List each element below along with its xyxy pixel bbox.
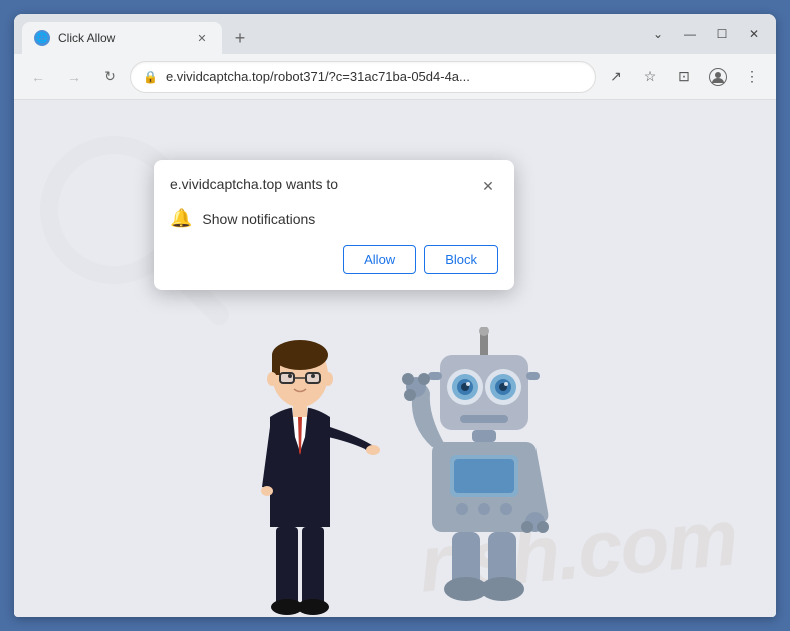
toolbar: ← → ↻ 🔒 e.vividcaptcha.top/robot371/?c=3… [14,54,776,100]
notification-label: Show notifications [202,211,315,227]
refresh-button[interactable]: ↻ [94,61,126,93]
popup-close-button[interactable]: ✕ [478,176,498,196]
address-bar[interactable]: 🔒 e.vividcaptcha.top/robot371/?c=31ac71b… [130,61,596,93]
title-bar: 🌐 Click Allow ✕ + ⌄ — ☐ ✕ [14,14,776,54]
popup-notification-row: 🔔 Show notifications [170,208,498,229]
tab-favicon: 🌐 [34,30,50,46]
tab-title: Click Allow [58,31,186,45]
block-button[interactable]: Block [424,245,498,274]
menu-button[interactable]: ⋮ [736,61,768,93]
popup-title: e.vividcaptcha.top wants to [170,176,338,192]
url-text: e.vividcaptcha.top/robot371/?c=31ac71ba-… [166,69,583,84]
browser-window: 🌐 Click Allow ✕ + ⌄ — ☐ ✕ ← → ↻ 🔒 e.vivi… [14,14,776,617]
maximize-button[interactable]: ☐ [708,20,736,48]
minimize-button[interactable]: — [676,20,704,48]
person-illustration [220,337,380,617]
notification-popup: e.vividcaptcha.top wants to ✕ 🔔 Show not… [154,160,514,290]
characters-area [220,327,570,617]
share-button[interactable]: ↗ [600,61,632,93]
bookmark-button[interactable]: ☆ [634,61,666,93]
toolbar-actions: ↗ ☆ ⊡ ⋮ [600,61,768,93]
back-button[interactable]: ← [22,61,54,93]
popup-buttons: Allow Block [170,245,498,274]
active-tab[interactable]: 🌐 Click Allow ✕ [22,22,222,54]
split-view-button[interactable]: ⊡ [668,61,700,93]
close-button[interactable]: ✕ [740,20,768,48]
robot-illustration [400,327,570,617]
tab-close-button[interactable]: ✕ [194,30,210,46]
forward-button[interactable]: → [58,61,90,93]
allow-button[interactable]: Allow [343,245,416,274]
new-tab-button[interactable]: + [226,24,254,52]
popup-header: e.vividcaptcha.top wants to ✕ [170,176,498,196]
window-controls: ⌄ — ☐ ✕ [644,20,768,48]
lock-icon: 🔒 [143,70,158,84]
profile-indicator: ⌄ [644,20,672,48]
tab-area: 🌐 Click Allow ✕ + [22,14,644,54]
profile-button[interactable] [702,61,734,93]
page-content: rish.com e.vividcaptcha.top wants to ✕ 🔔… [14,100,776,617]
bell-icon: 🔔 [170,208,192,229]
